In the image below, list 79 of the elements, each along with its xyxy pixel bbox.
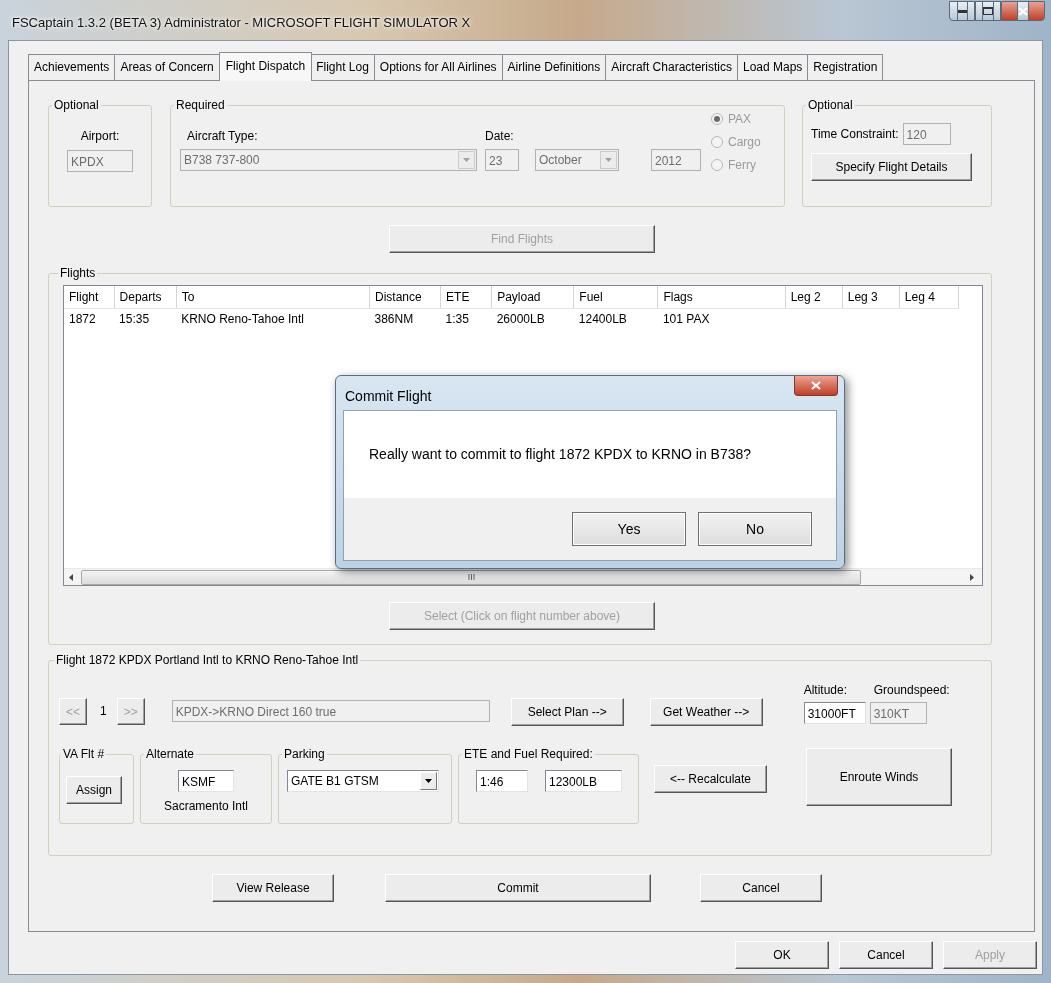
- close-button[interactable]: [794, 376, 838, 396]
- tab[interactable]: Aircraft Characteristics: [606, 54, 738, 80]
- tab[interactable]: Flight Dispatch: [218, 52, 313, 81]
- table-cell: 1:35: [440, 308, 492, 329]
- ok-button[interactable]: OK: [735, 941, 829, 969]
- tab[interactable]: Achievements: [28, 54, 116, 80]
- yes-button[interactable]: Yes: [572, 512, 686, 546]
- table-cell: KRNO Reno-Tahoe Intl: [176, 308, 370, 329]
- dropdown-arrow-icon: [463, 158, 470, 162]
- column-header[interactable]: Flags: [657, 286, 786, 309]
- group-title: Alternate: [145, 748, 196, 760]
- close-button[interactable]: [1001, 1, 1045, 21]
- table-cell: 1872: [64, 308, 115, 329]
- group-title: VA Flt #: [62, 748, 106, 760]
- cancel-button[interactable]: Cancel: [700, 874, 822, 902]
- table-cell: 101 PAX: [657, 308, 786, 329]
- maximize-icon: [982, 1, 994, 21]
- alternate-field[interactable]: KSMF: [178, 770, 234, 792]
- grip-icon: [467, 574, 475, 580]
- fuel-field[interactable]: 12300LB: [545, 770, 622, 792]
- column-header[interactable]: ETE: [440, 286, 492, 309]
- commit-button[interactable]: Commit: [385, 874, 651, 902]
- group-title: ETE and Fuel Required:: [463, 748, 594, 760]
- maximize-button[interactable]: [975, 1, 1001, 21]
- column-header[interactable]: Leg 2: [785, 286, 843, 309]
- group-title: Flight 1872 KPDX Portland Intl to KRNO Reno-Tahoe Intl: [55, 654, 360, 666]
- group-title: Required: [175, 99, 226, 111]
- assign-button[interactable]: Assign: [66, 776, 122, 804]
- column-header[interactable]: Leg 3: [842, 286, 900, 309]
- time-constraint-label: Time Constraint:: [811, 126, 899, 143]
- select-plan-button[interactable]: Select Plan -->: [510, 698, 624, 726]
- get-weather-button[interactable]: Get Weather -->: [649, 698, 763, 726]
- column-header[interactable]: Payload: [491, 286, 574, 309]
- aircraft-type-label: Aircraft Type:: [186, 128, 259, 145]
- ete-field[interactable]: 1:46: [476, 770, 528, 792]
- column-header[interactable]: Distance: [369, 286, 441, 309]
- message-box-title: Commit Flight: [344, 387, 432, 406]
- altitude-label: Altitude:: [803, 682, 849, 699]
- tab[interactable]: Registration: [808, 54, 884, 80]
- table-cell: 386NM: [369, 308, 441, 329]
- minimize-button[interactable]: [949, 1, 975, 21]
- view-release-button[interactable]: View Release: [212, 874, 334, 902]
- airport-label: Airport:: [80, 128, 120, 145]
- parking-dropdown[interactable]: GATE B1 GTSM: [287, 770, 439, 792]
- groundspeed-label: Groundspeed:: [873, 682, 950, 699]
- horizontal-scrollbar[interactable]: [64, 568, 982, 585]
- no-button[interactable]: No: [698, 512, 812, 546]
- cancel-button[interactable]: Cancel: [839, 941, 933, 969]
- column-header[interactable]: Leg 4: [899, 286, 959, 309]
- table-cell: 12400LB: [573, 308, 658, 329]
- altitude-field[interactable]: 31000FT: [803, 702, 866, 724]
- alternate-airport-name: Sacramento Intl: [163, 798, 248, 815]
- tab[interactable]: Load Maps: [738, 54, 809, 80]
- group-title: Parking: [283, 748, 326, 760]
- table-cell: 15:35: [114, 308, 177, 329]
- date-label: Date:: [485, 128, 515, 145]
- specify-flight-details-button[interactable]: Specify Flight Details: [811, 153, 972, 181]
- close-icon: [1017, 1, 1029, 21]
- scrollbar-thumb[interactable]: [81, 569, 861, 585]
- recalculate-button[interactable]: <-- Recalculate: [654, 765, 767, 793]
- column-header[interactable]: To: [176, 286, 370, 309]
- window-title: FSCaptain 1.3.2 (BETA 3) Administrator - MICROSOFT FLIGHT SIMULATOR X: [11, 14, 471, 32]
- table-cell: 26000LB: [491, 308, 574, 329]
- group-title: Flights: [59, 267, 97, 279]
- column-header[interactable]: Fuel: [573, 286, 658, 309]
- group-title: Optional: [807, 99, 854, 111]
- column-header[interactable]: Flight: [64, 286, 115, 309]
- column-header[interactable]: Departs: [114, 286, 177, 309]
- enroute-winds-button[interactable]: Enroute Winds: [806, 748, 952, 806]
- group-title: Optional: [53, 99, 100, 111]
- tab[interactable]: Options for All Airlines: [374, 54, 503, 80]
- minimize-icon: [956, 1, 968, 21]
- message-text: Really want to commit to flight 1872 KPDX to KRNO in B738?: [369, 446, 752, 462]
- page-number: 1: [100, 703, 107, 720]
- close-icon: [811, 381, 821, 390]
- dropdown-arrow-icon: [605, 158, 612, 162]
- tab[interactable]: Airline Definitions: [502, 54, 607, 80]
- dropdown-arrow-icon: [425, 779, 432, 783]
- tab[interactable]: Flight Log: [311, 54, 375, 80]
